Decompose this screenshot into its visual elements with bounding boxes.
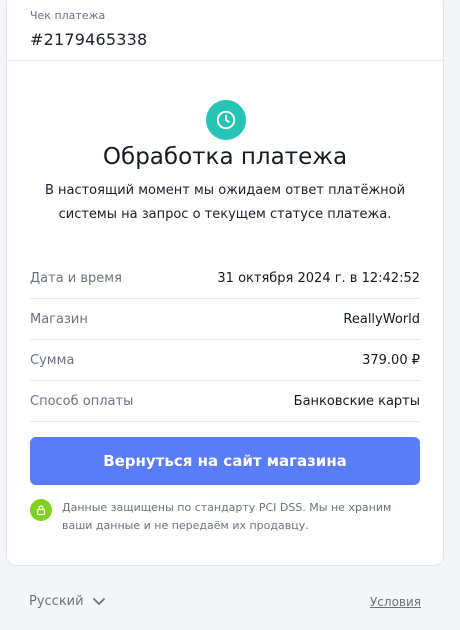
payment-details: Дата и время 31 октября 2024 г. в 12:42:… <box>30 258 420 422</box>
detail-key: Сумма <box>30 352 75 368</box>
detail-row-datetime: Дата и время 31 октября 2024 г. в 12:42:… <box>30 258 420 299</box>
divider <box>7 60 443 61</box>
detail-key: Магазин <box>30 311 88 327</box>
receipt-block: Чек платежа #2179465338 <box>30 9 147 49</box>
lock-icon <box>30 499 52 521</box>
detail-value: 379.00 ₽ <box>362 352 420 368</box>
detail-value: ReallyWorld <box>343 311 420 327</box>
status-message: В настоящий момент мы ожидаем ответ плат… <box>44 183 406 222</box>
detail-row-shop: Магазин ReallyWorld <box>30 299 420 340</box>
terms-link[interactable]: Условия <box>370 595 421 609</box>
status-title: Обработка платежа <box>102 144 348 170</box>
back-to-shop-button[interactable]: Вернуться на сайт магазина <box>30 437 420 485</box>
payment-card: Чек платежа #2179465338 Обработка платеж… <box>6 0 444 566</box>
language-selector[interactable]: Русский <box>29 594 106 609</box>
detail-row-payment-method: Способ оплаты Банковские карты <box>30 381 420 422</box>
receipt-label: Чек платежа <box>30 9 106 22</box>
security-text: Данные защищены по стандарту PCI DSS. Мы… <box>62 501 392 532</box>
detail-value: Банковские карты <box>293 393 420 409</box>
detail-value: 31 октября 2024 г. в 12:42:52 <box>217 270 420 286</box>
footer: Русский Условия <box>29 594 421 609</box>
detail-row-amount: Сумма 379.00 ₽ <box>30 340 420 381</box>
clock-icon <box>206 100 246 140</box>
detail-key: Дата и время <box>30 270 122 286</box>
receipt-number: #2179465338 <box>30 30 148 49</box>
chevron-down-icon <box>92 597 105 605</box>
detail-key: Способ оплаты <box>30 393 134 409</box>
security-notice: Данные защищены по стандарту PCI DSS. Мы… <box>30 499 420 535</box>
language-label: Русский <box>29 594 84 609</box>
